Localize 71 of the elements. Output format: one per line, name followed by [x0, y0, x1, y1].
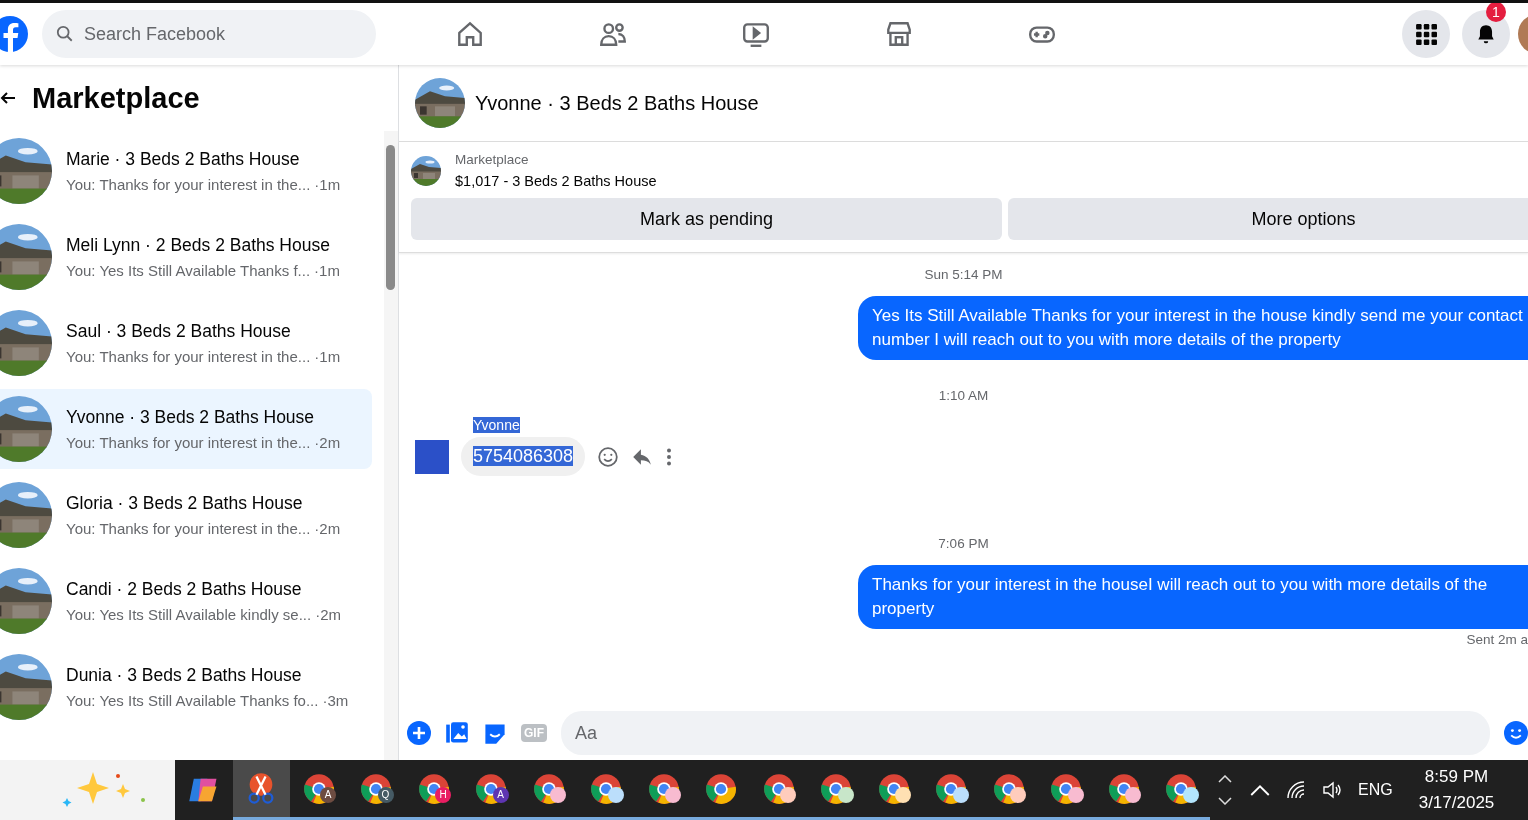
action-button[interactable]: More options: [1008, 198, 1528, 240]
message-time: ·2m: [315, 606, 341, 623]
notification-badge: 1: [1486, 3, 1506, 22]
back-arrow-icon[interactable]: [0, 90, 16, 106]
listing-title: $1,017 - 3 Beds 2 Baths House: [455, 173, 657, 189]
search-icon: [56, 25, 74, 43]
timestamp: 1:10 AM: [938, 388, 989, 403]
sender-name: Yvonne: [473, 417, 520, 433]
conversation-title: Meli Lynn · 2 Beds 2 Baths House: [66, 235, 331, 256]
message-time: ·2m: [314, 434, 341, 451]
conversation-item[interactable]: Marie · 3 Beds 2 Baths House You: Thanks for your interest in the... ·1m: [0, 131, 372, 211]
plus-icon[interactable]: [407, 721, 431, 745]
incoming-message: 5754086308: [461, 437, 586, 476]
taskbar-app[interactable]: A: [290, 760, 348, 820]
sender-avatar: [415, 439, 449, 474]
chrome-icon: [704, 771, 739, 806]
conversation-item[interactable]: Meli Lynn · 2 Beds 2 Baths House You: Yes Its Still Available Thanks f... ·1m: [0, 217, 372, 297]
language-indicator[interactable]: ENG: [1358, 781, 1393, 799]
photo-icon[interactable]: [445, 721, 469, 745]
message-preview: You: Yes Its Still Available Thanks f...: [66, 262, 311, 279]
search-field[interactable]: Search Facebook: [42, 10, 376, 58]
conversation-title: Marie · 3 Beds 2 Baths House: [66, 149, 301, 170]
profile-badge: H: [435, 787, 451, 803]
menu-button[interactable]: [1402, 10, 1450, 58]
timestamp: 7:06 PM: [938, 536, 989, 551]
profile-badge: A: [320, 787, 336, 803]
conversation-title: Yvonne · 3 Beds 2 Baths House: [66, 407, 316, 428]
listing-label: Marketplace: [455, 152, 530, 167]
outgoing-message: Yes Its Still Available Thanks for your interest in the house kindly send me your contact number I will reach out to you with more details of the property: [858, 296, 1528, 360]
conversation-title: Saul · 3 Beds 2 Baths House: [66, 321, 292, 342]
message-time: ·3m: [322, 692, 349, 709]
message-preview: You: Thanks for your interest in the...: [66, 520, 311, 537]
message-time: ·1m: [314, 262, 340, 279]
clock-time[interactable]: 8:59 PM: [1424, 767, 1489, 787]
action-button[interactable]: Mark as pending: [411, 198, 1002, 240]
taskbar-app[interactable]: Q: [347, 760, 405, 820]
speaker-icon[interactable]: [1322, 780, 1342, 800]
clock-date[interactable]: 3/17/2025: [1418, 793, 1495, 813]
taskbar-app[interactable]: [232, 760, 290, 820]
taskbar-app[interactable]: A: [462, 760, 520, 820]
sent-status: Sent 2m a: [1466, 632, 1528, 647]
emoji-icon[interactable]: [597, 445, 620, 468]
taskbar-app[interactable]: H: [405, 760, 463, 820]
conversation-title: Dunia · 3 Beds 2 Baths House: [66, 665, 303, 686]
conversation-title: Gloria · 3 Beds 2 Baths House: [66, 493, 304, 514]
conversation-title: Candi · 2 Beds 2 Baths House: [66, 579, 303, 600]
conversation-item[interactable]: Candi · 2 Beds 2 Baths House You: Yes Its Still Available kindly se... ·2m: [0, 561, 372, 641]
message-time: ·2m: [314, 520, 341, 537]
message-preview: You: Thanks for your interest in the...: [66, 348, 311, 365]
message-preview: You: Thanks for your interest in the...: [66, 176, 311, 193]
grid-icon: [1415, 23, 1437, 45]
outgoing-message: Thanks for your interest in the houseI will reach out to you with more details of the property: [858, 565, 1528, 629]
message-field[interactable]: Aa: [561, 711, 1490, 755]
store-icon: [884, 19, 914, 49]
conversation-item[interactable]: Yvonne · 3 Beds 2 Baths House You: Thanks for your interest in the... ·2m: [0, 389, 372, 469]
conversation-item[interactable]: Dunia · 3 Beds 2 Baths House You: Yes Its Still Available Thanks fo... ·3m: [0, 647, 372, 727]
home-icon: [455, 19, 485, 49]
chat-title: Yvonne · 3 Beds 2 Baths House: [475, 91, 759, 115]
bell-icon: [1475, 23, 1497, 45]
sidebar-title: Marketplace: [32, 81, 200, 115]
message-preview: You: Yes Its Still Available Thanks fo...: [66, 692, 319, 709]
emoji-icon[interactable]: [1504, 721, 1528, 745]
message-time: ·1m: [314, 176, 341, 193]
wifi-icon[interactable]: [1286, 780, 1306, 800]
message-preview: You: Thanks for your interest in the...: [66, 434, 311, 451]
message-preview: You: Yes Its Still Available kindly se...: [66, 606, 312, 623]
timestamp: Sun 5:14 PM: [924, 267, 1003, 282]
scrollbar[interactable]: [384, 131, 398, 760]
message-time: ·1m: [314, 348, 341, 365]
conversation-item[interactable]: Saul · 3 Beds 2 Baths House You: Thanks for your interest in the... ·1m: [0, 303, 372, 383]
conversation-item[interactable]: Gloria · 3 Beds 2 Baths House You: Thanks for your interest in the... ·2m: [0, 475, 372, 555]
